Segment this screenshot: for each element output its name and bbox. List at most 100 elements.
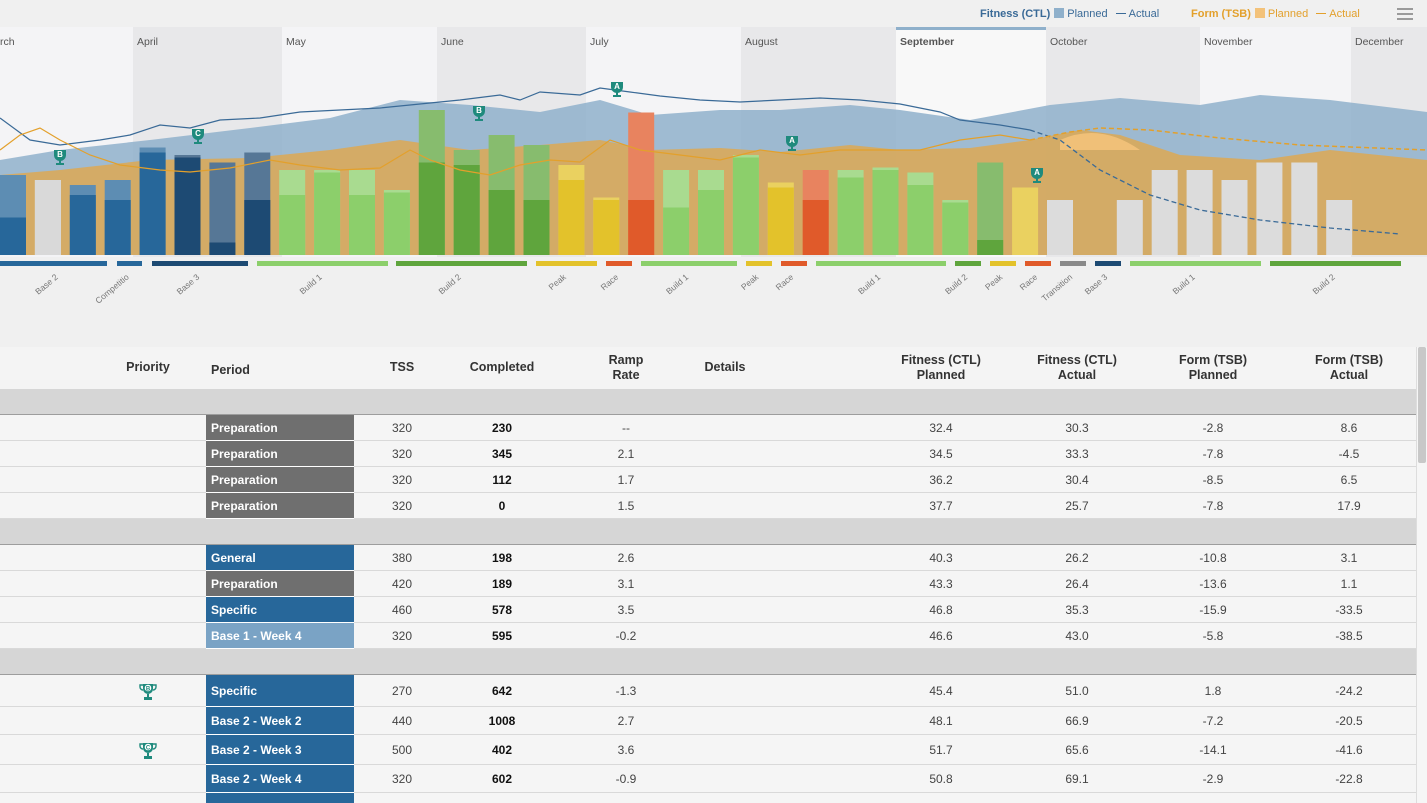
period-cell[interactable]: Preparation — [206, 441, 354, 467]
tsb_a-cell: -4.5 — [1338, 447, 1360, 461]
completed-cell: 345 — [491, 447, 513, 461]
scrollbar-thumb[interactable] — [1418, 347, 1426, 463]
period-cell[interactable]: Preparation — [206, 493, 354, 519]
table-row[interactable]: Base 2 - Week 4 320 602 -0.9 50.8 69.1 -2.9 -22… — [0, 765, 1416, 793]
season-chart[interactable]: rch April May June July August September Octobe… — [0, 0, 1427, 347]
trophy-base — [194, 142, 202, 144]
table-row[interactable]: Specific 380 169 0.5 51.3 62.1 -2.4 7.5 — [0, 793, 1416, 803]
completed-bar — [69, 195, 96, 255]
completed-bar — [279, 195, 306, 255]
phase-bar — [781, 261, 807, 266]
completed-bar — [698, 190, 724, 255]
col-period[interactable]: Period — [211, 363, 271, 378]
phase-bar — [816, 261, 946, 266]
ramp-cell: 0.5 — [586, 793, 666, 803]
tss-cell: 320 — [391, 772, 413, 786]
table-row[interactable]: Base 2 - Week 2 440 1008 2.7 48.1 66.9 -7.2 -20… — [0, 707, 1416, 735]
trophy-base — [788, 149, 796, 151]
col-completed[interactable]: Completed — [452, 360, 552, 375]
table-row[interactable]: Preparation 320 345 2.1 34.5 33.3 -7.8 -4.5 — [0, 441, 1416, 467]
completed-bar — [837, 177, 864, 255]
phase-bar — [1095, 261, 1121, 266]
ctl_a-cell: 26.2 — [1065, 551, 1089, 565]
ctl_p-cell: 50.8 — [929, 772, 953, 786]
period-cell[interactable]: Specific — [206, 597, 354, 623]
col-ramp-rate[interactable]: Ramp Rate — [586, 353, 666, 383]
table-row[interactable]: Specific 270 642 -1.3 45.4 51.0 1.8 -24.2 B — [0, 675, 1416, 707]
completed-bar — [907, 185, 934, 255]
tsb_p-cell: -2.9 — [1202, 772, 1224, 786]
month-label: May — [286, 36, 307, 48]
tsb_a-cell: -20.5 — [1335, 714, 1363, 728]
completed-bar — [383, 192, 410, 255]
phase-label: Competitio — [93, 272, 131, 306]
period-cell[interactable]: Preparation — [206, 571, 354, 597]
trophy-letter: A — [1034, 168, 1040, 177]
completed-bar — [0, 217, 26, 255]
planned-bar — [1256, 162, 1283, 255]
col-tsb-actual[interactable]: Form (TSB) Actual — [1284, 353, 1414, 383]
ramp-cell: 2.7 — [617, 714, 635, 728]
period-cell[interactable]: Base 2 - Week 3 — [206, 735, 354, 765]
completed-cell: 0 — [498, 499, 506, 513]
table-row[interactable]: Preparation 420 189 3.1 43.3 26.4 -13.6 1.1 — [0, 571, 1416, 597]
col-tss[interactable]: TSS — [372, 360, 432, 375]
tss-cell: 440 — [391, 714, 413, 728]
month-label: July — [590, 36, 609, 48]
tsb_a-cell: 17.9 — [1337, 499, 1361, 513]
month-label: April — [137, 36, 158, 48]
completed-cell: 578 — [491, 603, 513, 617]
table-row[interactable]: Preparation 320 0 1.5 37.7 25.7 -7.8 17.9 — [0, 493, 1416, 519]
trophy-base — [475, 119, 483, 121]
plan-table: Priority Period TSS Completed Ramp Rate … — [0, 347, 1416, 803]
ctl_p-cell: 46.8 — [929, 603, 953, 617]
table-row[interactable]: General 380 198 2.6 40.3 26.2 -10.8 3.1 — [0, 545, 1416, 571]
table-scrollbar[interactable] — [1416, 347, 1427, 803]
period-cell[interactable]: Preparation — [206, 415, 354, 441]
ctl_p-cell: 46.6 — [929, 629, 953, 643]
chart-menu-icon[interactable] — [1397, 8, 1413, 20]
col-tsb-planned[interactable]: Form (TSB) Planned — [1148, 353, 1278, 383]
ctl_a-cell: 30.4 — [1065, 473, 1089, 487]
form-planned-legend: Planned — [1254, 8, 1312, 20]
period-cell[interactable]: General — [206, 545, 354, 571]
phase-label: Base 2 — [33, 272, 60, 297]
tsb_p-cell: -2.4 — [1148, 793, 1278, 803]
period-cell[interactable]: Base 2 - Week 4 — [206, 765, 354, 793]
col-details[interactable]: Details — [695, 360, 755, 375]
period-cell[interactable]: Specific — [206, 675, 354, 707]
ramp-cell: -0.9 — [615, 772, 637, 786]
table-row[interactable]: Preparation 320 112 1.7 36.2 30.4 -8.5 6.5 — [0, 467, 1416, 493]
col-ctl-planned[interactable]: Fitness (CTL) Planned — [876, 353, 1006, 383]
phase-bar — [536, 261, 597, 266]
period-cell[interactable]: Preparation — [206, 467, 354, 493]
table-row[interactable]: Base 2 - Week 3 500 402 3.6 51.7 65.6 -14.1 -41… — [0, 735, 1416, 765]
completed-cell: 198 — [491, 551, 513, 565]
period-cell[interactable]: Base 2 - Week 2 — [206, 707, 354, 735]
phase-bar — [1060, 261, 1086, 266]
completed-cell: 169 — [452, 793, 552, 803]
tsb_p-cell: -8.5 — [1202, 473, 1224, 487]
period-cell[interactable]: Base 1 - Week 4 — [206, 623, 354, 649]
table-row[interactable]: Specific 460 578 3.5 46.8 35.3 -15.9 -33.5 — [0, 597, 1416, 623]
form-legend-title: Form (TSB) — [1191, 8, 1251, 20]
planned-bar — [209, 162, 236, 255]
completed-bar — [314, 172, 341, 255]
table-row[interactable]: Preparation 320 230 -- 32.4 30.3 -2.8 8.6 — [0, 415, 1416, 441]
ctl_p-cell: 36.2 — [929, 473, 953, 487]
trophy-b-icon[interactable]: B — [139, 682, 157, 702]
completed-bar — [767, 187, 794, 255]
planned-bar — [1012, 187, 1039, 255]
table-row[interactable]: Base 1 - Week 4 320 595 -0.2 46.6 43.0 -5.8 -38… — [0, 623, 1416, 649]
col-priority[interactable]: Priority — [100, 360, 196, 375]
completed-bar — [453, 165, 480, 255]
ctl_p-cell: 32.4 — [929, 421, 953, 435]
ctl_a-cell: 66.9 — [1065, 714, 1089, 728]
trophy-c-icon[interactable]: C — [139, 741, 157, 761]
ramp-cell: -0.2 — [615, 629, 637, 643]
completed-bar — [872, 170, 899, 255]
phase-label: Race — [599, 272, 621, 293]
phase-label: Build 2 — [1310, 272, 1337, 297]
col-ctl-actual[interactable]: Fitness (CTL) Actual — [1012, 353, 1142, 383]
period-cell[interactable]: Specific — [206, 793, 354, 803]
